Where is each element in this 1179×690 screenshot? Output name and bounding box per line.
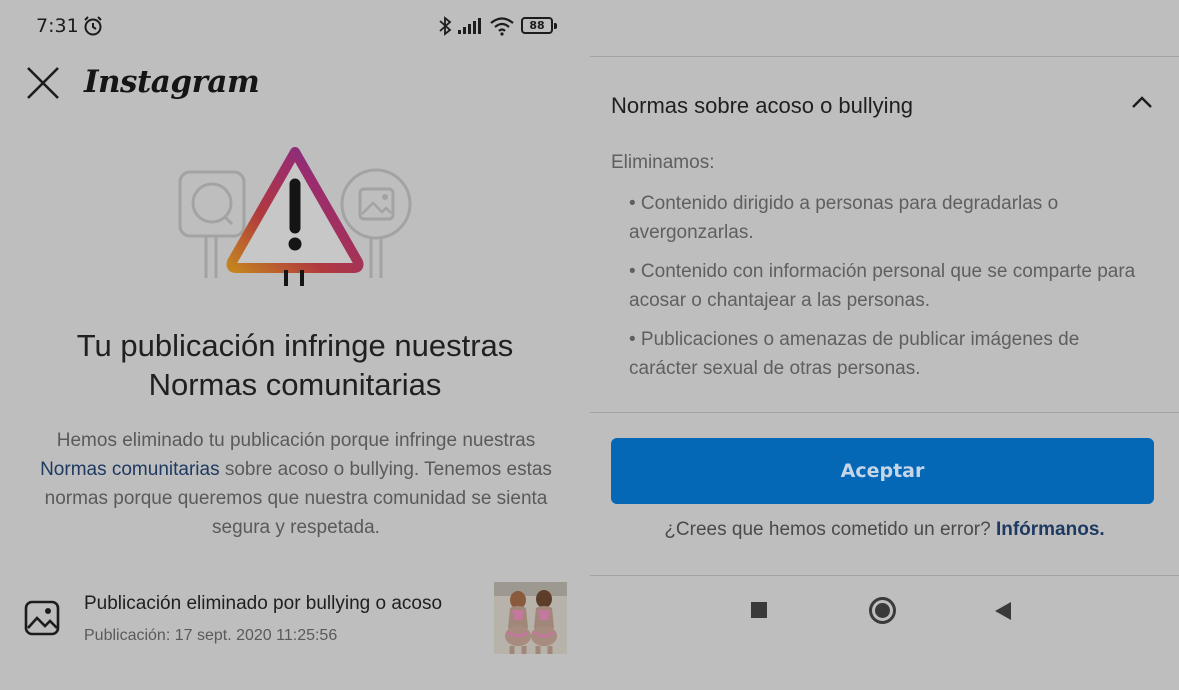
recents-square-icon[interactable] (751, 602, 767, 618)
policy-details-screen: Normas sobre acoso o bullying Eliminamos… (590, 0, 1179, 690)
policy-bullet: • Publicaciones o amenazas de publicar i… (629, 329, 1080, 379)
signal-icon (458, 18, 481, 34)
community-guidelines-link[interactable]: Normas comunitarias (40, 459, 220, 480)
removed-post-row[interactable]: Publicación eliminado por bullying o aco… (0, 580, 590, 656)
android-nav-bar (590, 577, 1179, 690)
home-circle-icon[interactable] (869, 597, 896, 624)
post-date: Publicación: 17 sept. 2020 11:25:56 (84, 627, 338, 644)
report-error-line: ¿Crees que hemos cometido un error? Infó… (590, 519, 1179, 541)
status-time: 7:31 (36, 15, 79, 37)
instagram-logo: Instagram (84, 64, 260, 100)
alarm-icon (84, 16, 102, 36)
divider (590, 412, 1179, 413)
image-icon (24, 600, 60, 636)
post-title: Publicación eliminado por bullying o aco… (84, 593, 443, 614)
policy-section-toggle[interactable]: Normas sobre acoso o bullying (590, 57, 1179, 153)
notice-description-text: Hemos eliminado tu publicación porque in… (56, 430, 536, 451)
chevron-up-icon[interactable] (1131, 95, 1153, 109)
policy-bullet: • Contenido dirigido a personas para deg… (629, 193, 1059, 243)
bluetooth-icon (439, 16, 452, 36)
close-icon[interactable] (24, 64, 62, 102)
notice-title: Tu publicación infringe nuestras Normas … (76, 328, 514, 402)
policy-section-title: Normas sobre acoso o bullying (611, 93, 914, 118)
battery-icon: 88 (521, 17, 557, 34)
warning-illustration (178, 147, 412, 286)
error-question: ¿Crees que hemos cometido un error? (664, 519, 996, 540)
warning-triangle-icon (226, 147, 364, 286)
back-triangle-icon[interactable] (993, 601, 1013, 621)
report-link[interactable]: Infórmanos. (996, 519, 1105, 540)
violation-notice-screen: 7:31 88 Instagram Tu publicación infring… (0, 0, 590, 690)
policy-intro: Eliminamos: (611, 152, 715, 173)
policy-bullet: • Contenido con información personal que… (629, 261, 1136, 311)
status-bar: 7:31 88 (0, 0, 590, 52)
post-thumbnail (494, 582, 567, 654)
accept-button[interactable]: Aceptar (611, 438, 1154, 504)
wifi-icon (490, 17, 514, 36)
divider (590, 575, 1179, 576)
notice-description: Hemos eliminado tu publicación porque in… (24, 426, 568, 542)
